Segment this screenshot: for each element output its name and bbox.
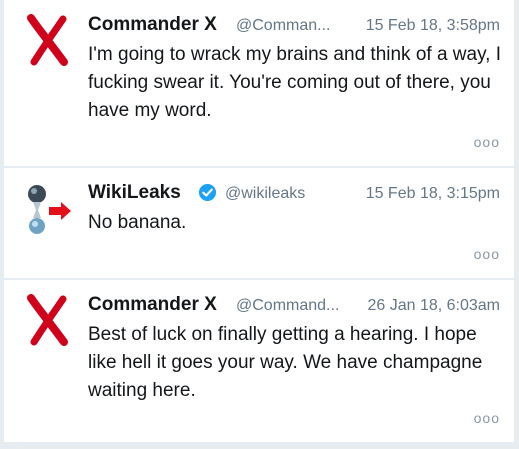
more-options-icon[interactable]: ooo xyxy=(474,246,500,262)
verified-badge-icon xyxy=(198,183,217,202)
more-options-icon[interactable]: ooo xyxy=(474,410,500,426)
tweet-text: I'm going to wrack my brains and think o… xyxy=(88,44,502,121)
tweet-timestamp[interactable]: 15 Feb 18, 3:15pm xyxy=(366,185,500,203)
wikileaks-hourglass-icon[interactable] xyxy=(22,182,74,234)
tweet-header: WikiLeaks @wikileaks 15 Feb 18, 3:15pm xyxy=(88,179,500,209)
tweet-header: Commander X @Command... 26 Jan 18, 6:03a… xyxy=(88,291,500,321)
author-handle[interactable]: @wikileaks xyxy=(225,185,305,203)
tweet-card[interactable]: WikiLeaks @wikileaks 15 Feb 18, 3:15pm N… xyxy=(4,168,514,278)
tweet-timestamp[interactable]: 15 Feb 18, 3:58pm xyxy=(366,17,500,35)
author-name[interactable]: WikiLeaks xyxy=(88,182,181,204)
author-name[interactable]: Commander X xyxy=(88,14,217,36)
red-x-icon[interactable] xyxy=(22,14,74,66)
tweet-text: Best of luck on finally getting a hearin… xyxy=(88,324,483,401)
author-handle[interactable]: @Comman... xyxy=(236,17,330,35)
tweet-feed: Commander X @Comman... 15 Feb 18, 3:58pm… xyxy=(0,0,519,449)
tweet-text: No banana. xyxy=(88,212,187,233)
tweet-header: Commander X @Comman... 15 Feb 18, 3:58pm xyxy=(88,11,500,41)
red-x-icon[interactable] xyxy=(22,294,74,346)
tweet-card[interactable]: Commander X @Comman... 15 Feb 18, 3:58pm… xyxy=(4,0,514,166)
author-handle[interactable]: @Command... xyxy=(236,297,339,315)
tweet-card[interactable]: Commander X @Command... 26 Jan 18, 6:03a… xyxy=(4,280,514,442)
author-name[interactable]: Commander X xyxy=(88,294,217,316)
more-options-icon[interactable]: ooo xyxy=(474,134,500,150)
tweet-timestamp[interactable]: 26 Jan 18, 6:03am xyxy=(367,297,500,315)
